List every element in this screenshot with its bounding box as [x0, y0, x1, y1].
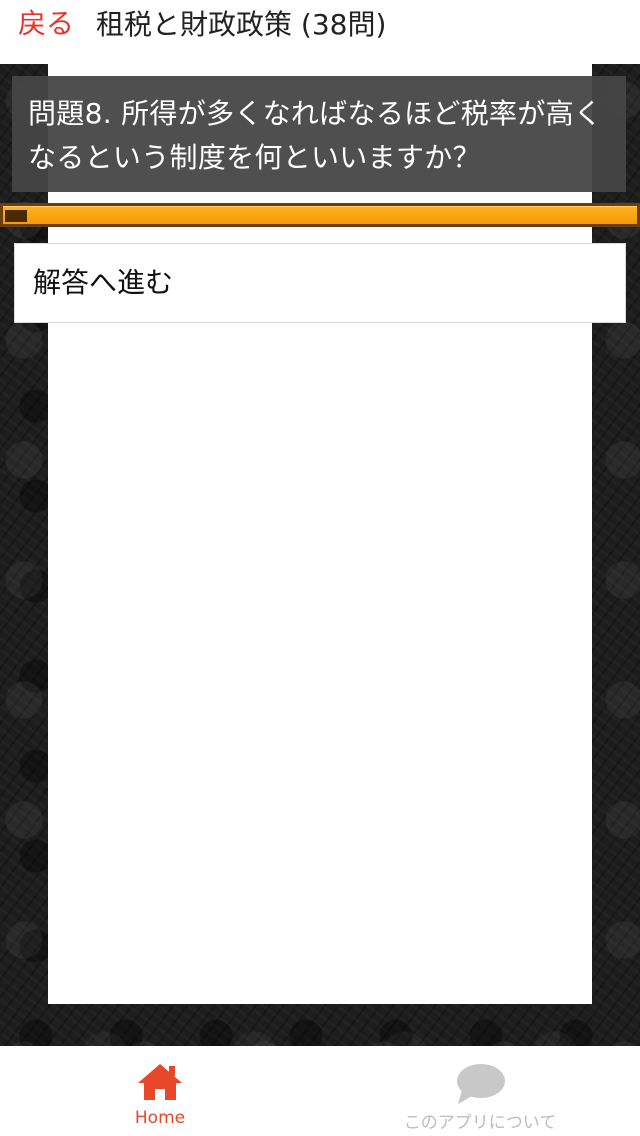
- tab-about-app[interactable]: このアプリについて: [320, 1046, 640, 1136]
- question-banner: 問題8. 所得が多くなればなるほど税率が高くなるという制度を何といいますか？: [12, 76, 626, 192]
- progress-bar: [0, 203, 640, 227]
- progress-track: [3, 206, 637, 224]
- question-text: 問題8. 所得が多くなればなるほど税率が高くなるという制度を何といいますか？: [28, 97, 603, 174]
- proceed-to-answer-button[interactable]: 解答へ進む: [14, 243, 626, 323]
- tab-home-label: Home: [134, 1108, 186, 1128]
- progress-marker: [5, 210, 27, 222]
- tab-about-app-label: このアプリについて: [403, 1113, 557, 1133]
- header-bar: 戻る 租税と財政政策 (38問): [0, 0, 640, 64]
- proceed-to-answer-label: 解答へ進む: [33, 266, 174, 299]
- home-icon: [136, 1062, 184, 1106]
- page-title: 租税と財政政策 (38問): [96, 8, 387, 41]
- speech-bubble-icon: [454, 1062, 506, 1110]
- back-button[interactable]: 戻る: [18, 2, 74, 46]
- tab-bar: Home このアプリについて: [0, 1046, 640, 1136]
- tab-home[interactable]: Home: [0, 1046, 320, 1136]
